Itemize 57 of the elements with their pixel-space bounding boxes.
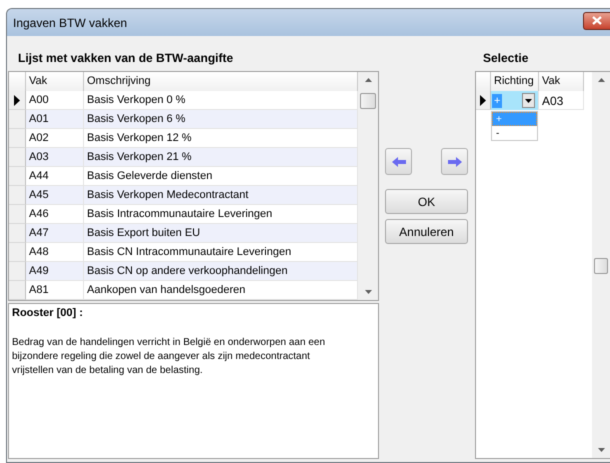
ok-button[interactable]: OK bbox=[385, 189, 468, 214]
scroll-up-icon[interactable] bbox=[364, 78, 372, 82]
table-cell: A45 bbox=[26, 186, 84, 205]
column-header[interactable]: Vak bbox=[539, 72, 584, 92]
description-text: Bedrag van de handelingen verricht in België en onderworpen aan een bijzondere regeling die zowel de aangever als zijn medecontractant vrijstellen van de betaling van de belasting. bbox=[12, 336, 326, 378]
table-cell: A03 bbox=[539, 91, 584, 110]
table-cell: A48 bbox=[26, 243, 84, 262]
scrollbar[interactable] bbox=[358, 72, 378, 300]
scroll-down-icon[interactable] bbox=[364, 290, 372, 294]
description-title: Rooster [00] : bbox=[12, 307, 84, 319]
column-header[interactable]: Vak bbox=[26, 72, 84, 92]
table-cell: Basis CN Intracommunautaire Leveringen bbox=[84, 243, 358, 262]
cancel-button[interactable]: Annuleren bbox=[385, 219, 468, 244]
scrollbar-thumb[interactable] bbox=[594, 258, 608, 274]
right-arrow-icon bbox=[448, 156, 462, 166]
table-cell: A44 bbox=[26, 167, 84, 186]
left-arrow-icon bbox=[392, 156, 406, 166]
table-cell: Basis Export buiten EU bbox=[84, 224, 358, 243]
window-title: Ingaven BTW vakken bbox=[13, 16, 128, 30]
scroll-up-icon[interactable] bbox=[598, 78, 604, 82]
table-cell: A49 bbox=[26, 262, 84, 281]
table-cell: A46 bbox=[26, 205, 84, 224]
table-cell: A81 bbox=[26, 281, 84, 300]
table-cell: Aankopen van handelsgoederen bbox=[84, 281, 358, 300]
table-cell: Basis Verkopen 6 % bbox=[84, 110, 358, 129]
selection-heading: Selectie bbox=[482, 50, 530, 67]
table-cell: Basis CN op andere verkoophandelingen bbox=[84, 262, 358, 281]
current-row-icon bbox=[480, 94, 486, 106]
column-header[interactable]: Omschrijving bbox=[84, 72, 358, 92]
row-header[interactable] bbox=[9, 91, 26, 110]
close-icon bbox=[592, 16, 602, 25]
corner-cell bbox=[9, 72, 26, 92]
table-cell: A47 bbox=[26, 224, 84, 243]
list-heading: Lijst met vakken van de BTW-aangifte bbox=[17, 50, 234, 67]
table-cell: Basis Verkopen Medecontractant bbox=[84, 186, 358, 205]
move-right-button[interactable] bbox=[441, 148, 468, 175]
table-cell: Basis Verkopen 0 % bbox=[84, 91, 358, 110]
table-cell: Basis Verkopen 21 % bbox=[84, 148, 358, 167]
scroll-down-icon[interactable] bbox=[598, 448, 604, 452]
row-header[interactable] bbox=[476, 91, 491, 110]
table-cell: Basis Geleverde diensten bbox=[84, 167, 358, 186]
direction-value: + bbox=[492, 94, 502, 108]
table-cell: A03 bbox=[26, 148, 84, 167]
table-cell: Basis Intracommunautaire Leveringen bbox=[84, 205, 358, 224]
scrollbar[interactable] bbox=[592, 72, 610, 458]
corner-cell bbox=[476, 72, 491, 92]
dropdown-button[interactable] bbox=[522, 93, 535, 108]
table-cell: A01 bbox=[26, 110, 84, 129]
scrollbar-thumb[interactable] bbox=[360, 93, 376, 109]
table-cell: A02 bbox=[26, 129, 84, 148]
table-cell: A00 bbox=[26, 91, 84, 110]
move-left-button[interactable] bbox=[385, 148, 412, 175]
current-row-icon bbox=[14, 94, 20, 106]
table-cell: Basis Verkopen 12 % bbox=[84, 129, 358, 148]
caret-icon bbox=[525, 98, 532, 102]
column-header[interactable]: Richting bbox=[491, 72, 539, 92]
close-button[interactable] bbox=[583, 12, 610, 30]
